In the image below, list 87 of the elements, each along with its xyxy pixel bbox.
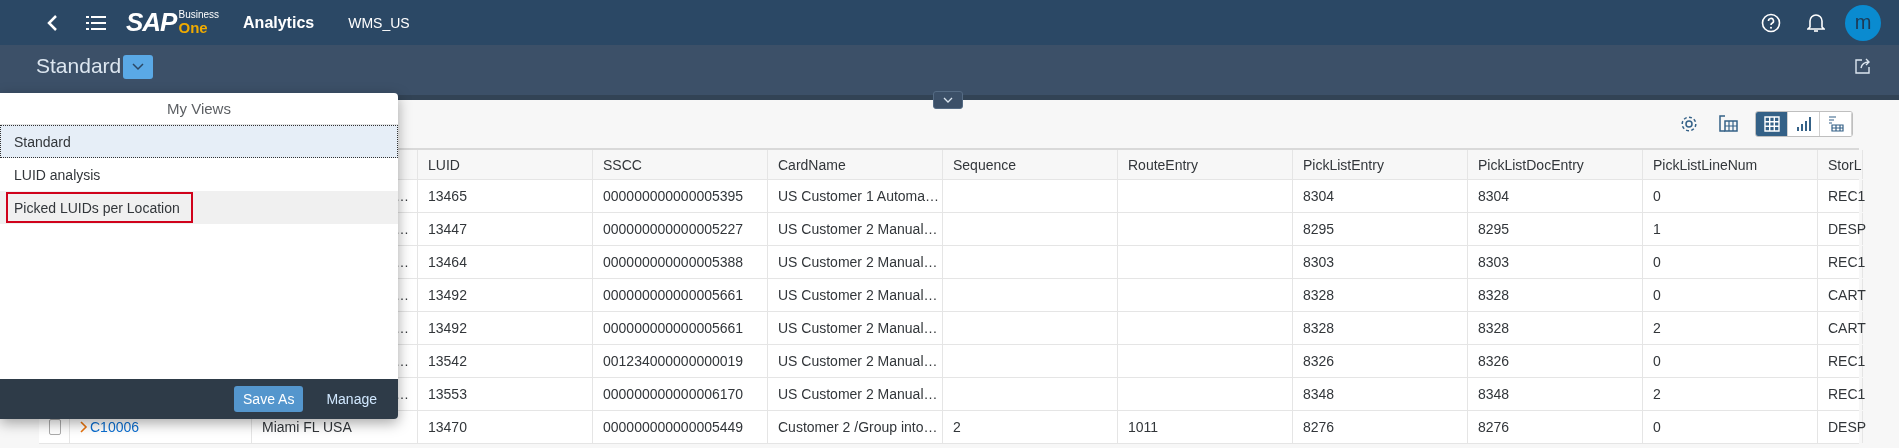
table-cell: 8295: [1468, 213, 1643, 245]
table-cell: 8326: [1468, 345, 1643, 377]
table-cell: 8348: [1293, 378, 1468, 410]
table-cell: 8303: [1293, 246, 1468, 278]
table-cell: Customer 2 /Group into…: [768, 411, 943, 443]
table-cell: 2: [1643, 378, 1818, 410]
table-cell: 0: [1643, 246, 1818, 278]
table-cell: 8328: [1468, 312, 1643, 344]
table-cell: US Customer 2 Manual…: [768, 246, 943, 278]
logo-text: Business: [178, 10, 220, 20]
table-cell: 13492: [418, 312, 593, 344]
table-cell: 0: [1643, 411, 1818, 443]
table-cell: 8295: [1293, 213, 1468, 245]
column-header[interactable]: RouteEntry: [1118, 150, 1293, 179]
table-cell: 0: [1643, 180, 1818, 212]
view-title: Standard: [36, 54, 122, 78]
chevron-down-icon: [132, 63, 145, 71]
table-cell: 2: [1643, 312, 1818, 344]
table-cell: 000000000000005395: [593, 180, 768, 212]
table-cell: 13492: [418, 279, 593, 311]
column-header[interactable]: StorL: [1818, 150, 1863, 179]
table-cell: 8328: [1293, 312, 1468, 344]
table-cell: 001234000000000019: [593, 345, 768, 377]
column-header[interactable]: CardName: [768, 150, 943, 179]
table-cell: US Customer 2 Manual…: [768, 378, 943, 410]
table-cell: 13470: [418, 411, 593, 443]
logo-text: One: [178, 20, 208, 35]
table-cell: 2: [943, 411, 1118, 443]
table-cell: 13447: [418, 213, 593, 245]
company-name[interactable]: WMS_US: [348, 14, 410, 31]
table-cell: US Customer 2 Manual…: [768, 312, 943, 344]
table-view-button[interactable]: [1756, 112, 1788, 136]
table-cell: US Customer 1 Automa…: [768, 180, 943, 212]
column-header[interactable]: SSCC: [593, 150, 768, 179]
view-item[interactable]: LUID analysis: [0, 158, 398, 191]
table-cell: 000000000000005661: [593, 279, 768, 311]
table-cell: 1: [1643, 213, 1818, 245]
table-cell: 8326: [1293, 345, 1468, 377]
grid-icon: [1763, 116, 1780, 132]
table-cell: 8304: [1468, 180, 1643, 212]
bar-chart-icon: [1795, 116, 1812, 132]
chevron-left-icon: [46, 13, 60, 32]
view-dropdown-button[interactable]: [123, 55, 154, 79]
table-cell: REC1: [1818, 246, 1863, 278]
chevron-down-icon: [943, 97, 953, 103]
table-cell: 8348: [1468, 378, 1643, 410]
table-cell: 0: [1643, 345, 1818, 377]
table-cell: 13464: [418, 246, 593, 278]
table-cell: 13553: [418, 378, 593, 410]
table-cell: 13465: [418, 180, 593, 212]
logo-brand: SAP: [126, 7, 177, 38]
table-cell: 000000000000005388: [593, 246, 768, 278]
table-cell: 8276: [1293, 411, 1468, 443]
table-cell: US Customer 2 Manual…: [768, 279, 943, 311]
view-item[interactable]: Standard: [0, 125, 398, 158]
table-cell: REC1: [1818, 345, 1863, 377]
chart-view-button[interactable]: [1788, 112, 1820, 136]
table-cell: 000000000000005227: [593, 213, 768, 245]
table-cell: 8276: [1468, 411, 1643, 443]
table-cell: 13542: [418, 345, 593, 377]
column-header[interactable]: PickListLineNum: [1643, 150, 1818, 179]
card-code-link[interactable]: C10006: [80, 419, 140, 435]
table-cell: 000000000000005449: [593, 411, 768, 443]
chevron-right-icon: [80, 421, 88, 433]
column-header[interactable]: Sequence: [943, 150, 1118, 179]
column-header[interactable]: PickListEntry: [1293, 150, 1468, 179]
table-cell: US Customer 2 Manual…: [768, 213, 943, 245]
table-cell: 8328: [1468, 279, 1643, 311]
table-cell: 000000000000006170: [593, 378, 768, 410]
table-cell: 0: [1643, 279, 1818, 311]
table-cell: 8304: [1293, 180, 1468, 212]
table-cell: 1011: [1118, 411, 1293, 443]
table-cell: 8328: [1293, 279, 1468, 311]
table-cell: REC1: [1818, 378, 1863, 410]
view-item[interactable]: Picked LUIDs per Location: [0, 191, 398, 224]
manage-link[interactable]: Manage: [317, 386, 386, 412]
collapse-header-button[interactable]: [933, 91, 963, 109]
pivot-view-button[interactable]: [1820, 112, 1852, 136]
app-title: Analytics: [243, 13, 315, 32]
column-header[interactable]: PickListDocEntry: [1468, 150, 1643, 179]
table-cell: US Customer 2 Manual…: [768, 345, 943, 377]
table-cell: 8303: [1468, 246, 1643, 278]
pivot-table-icon: [1827, 116, 1844, 132]
table-cell: REC1: [1818, 180, 1863, 212]
table-cell: 000000000000005661: [593, 312, 768, 344]
row-checkbox[interactable]: [49, 419, 61, 435]
column-header[interactable]: LUID: [418, 150, 593, 179]
